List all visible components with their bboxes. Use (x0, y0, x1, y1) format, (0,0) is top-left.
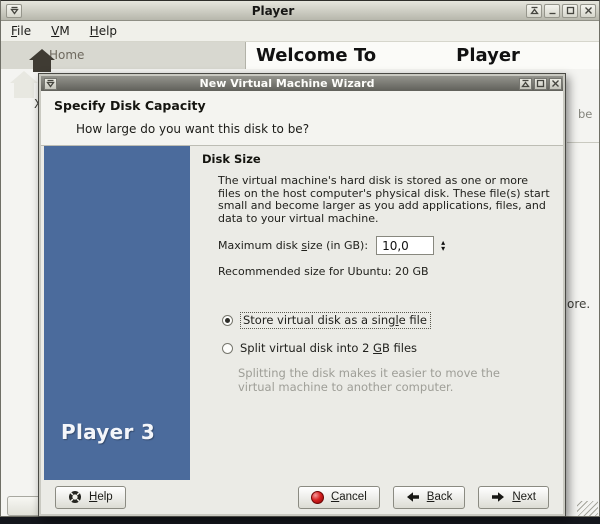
radio-row-single-file[interactable]: Store virtual disk as a single file (222, 312, 560, 329)
menu-help[interactable]: Help (90, 24, 117, 38)
welcome-text: Welcome To (256, 45, 376, 66)
radio-store-single-file-label: Store virtual disk as a single file (240, 312, 431, 329)
window-title: Player (22, 4, 524, 18)
help-icon (68, 490, 82, 504)
radio-row-split-files[interactable]: Split virtual disk into 2 GB files (222, 341, 560, 355)
dialog-titlebar: New Virtual Machine Wizard (41, 76, 563, 91)
maximize-icon (566, 6, 575, 15)
background-text-fragment-top-right: be (578, 107, 592, 121)
cancel-icon (311, 491, 324, 504)
recommended-size-text: Recommended size for Ubuntu: 20 GB (218, 265, 560, 278)
dialog-shade-button[interactable] (519, 78, 532, 90)
background-text-fragment-bottom-right: ore. (567, 297, 590, 311)
help-button-label: Help (89, 491, 113, 503)
tab-row: Home Welcome To Player (1, 42, 599, 69)
menu-vm[interactable]: VM (51, 24, 70, 38)
max-disk-size-label: Maximum disk size (in GB): (218, 239, 368, 252)
dialog-title: New Virtual Machine Wizard (57, 77, 517, 90)
brand-logo: Player 3 (61, 420, 155, 444)
welcome-product-text: Player (456, 45, 520, 66)
welcome-banner: Welcome To Player (246, 42, 599, 69)
next-button[interactable]: Next (478, 486, 549, 509)
menu-file[interactable]: File (11, 24, 31, 38)
player-titlebar: Player (1, 1, 599, 21)
cancel-button[interactable]: Cancel (298, 486, 380, 509)
shade-icon (521, 79, 530, 88)
desktop: Player (0, 0, 600, 524)
spin-down-button[interactable]: ▾ (441, 246, 445, 252)
radio-split-files-label: Split virtual disk into 2 GB files (240, 341, 417, 355)
close-icon (551, 79, 560, 88)
next-button-label: Next (512, 491, 536, 503)
back-button-label: Back (427, 491, 453, 503)
minimize-button[interactable] (544, 4, 560, 18)
max-disk-size-input[interactable]: 10,0 (376, 236, 434, 255)
dialog-close-button[interactable] (549, 78, 562, 90)
window-menu-icon (10, 6, 19, 15)
wizard-header: Specify Disk Capacity How large do you w… (41, 91, 563, 146)
resize-grip[interactable] (577, 501, 598, 516)
close-button[interactable] (580, 4, 596, 18)
shade-button[interactable] (526, 4, 542, 18)
home-watermark-icon (7, 67, 41, 101)
next-icon (491, 491, 505, 503)
wizard-step-subtitle: How large do you want this disk to be? (76, 122, 309, 136)
maximize-icon (536, 79, 545, 88)
wizard-sidebar: Player 3 (44, 146, 190, 480)
minimize-icon (548, 6, 557, 15)
radio-store-single-file[interactable] (222, 315, 233, 326)
menubar: File VM Help (1, 21, 599, 42)
window-menu-icon (46, 79, 55, 88)
dialog-window-menu-button[interactable] (44, 78, 57, 90)
disk-storage-radio-group: Store virtual disk as a single file Spli… (190, 312, 560, 394)
wizard-step-title: Specify Disk Capacity (54, 98, 206, 113)
wizard-content: Disk Size The virtual machine's hard dis… (190, 146, 560, 480)
disk-size-description: The virtual machine's hard disk is store… (218, 175, 550, 225)
shade-icon (530, 6, 539, 15)
maximize-button[interactable] (562, 4, 578, 18)
back-icon (406, 491, 420, 503)
dialog-new-vm-wizard: New Virtual Machine Wizard (38, 73, 566, 517)
wizard-buttonbar: Help Cancel Back Next (41, 480, 563, 514)
radio-split-files[interactable] (222, 343, 233, 354)
help-button[interactable]: Help (55, 486, 126, 509)
window-menu-button[interactable] (6, 4, 22, 18)
disk-size-heading: Disk Size (202, 152, 560, 166)
split-disk-note: Splitting the disk makes it easier to mo… (238, 367, 538, 394)
cancel-button-label: Cancel (331, 491, 367, 503)
background-partial-button[interactable] (7, 496, 41, 516)
back-button[interactable]: Back (393, 486, 466, 509)
close-icon (584, 6, 593, 15)
dialog-maximize-button[interactable] (534, 78, 547, 90)
background-separator-line (567, 142, 599, 143)
